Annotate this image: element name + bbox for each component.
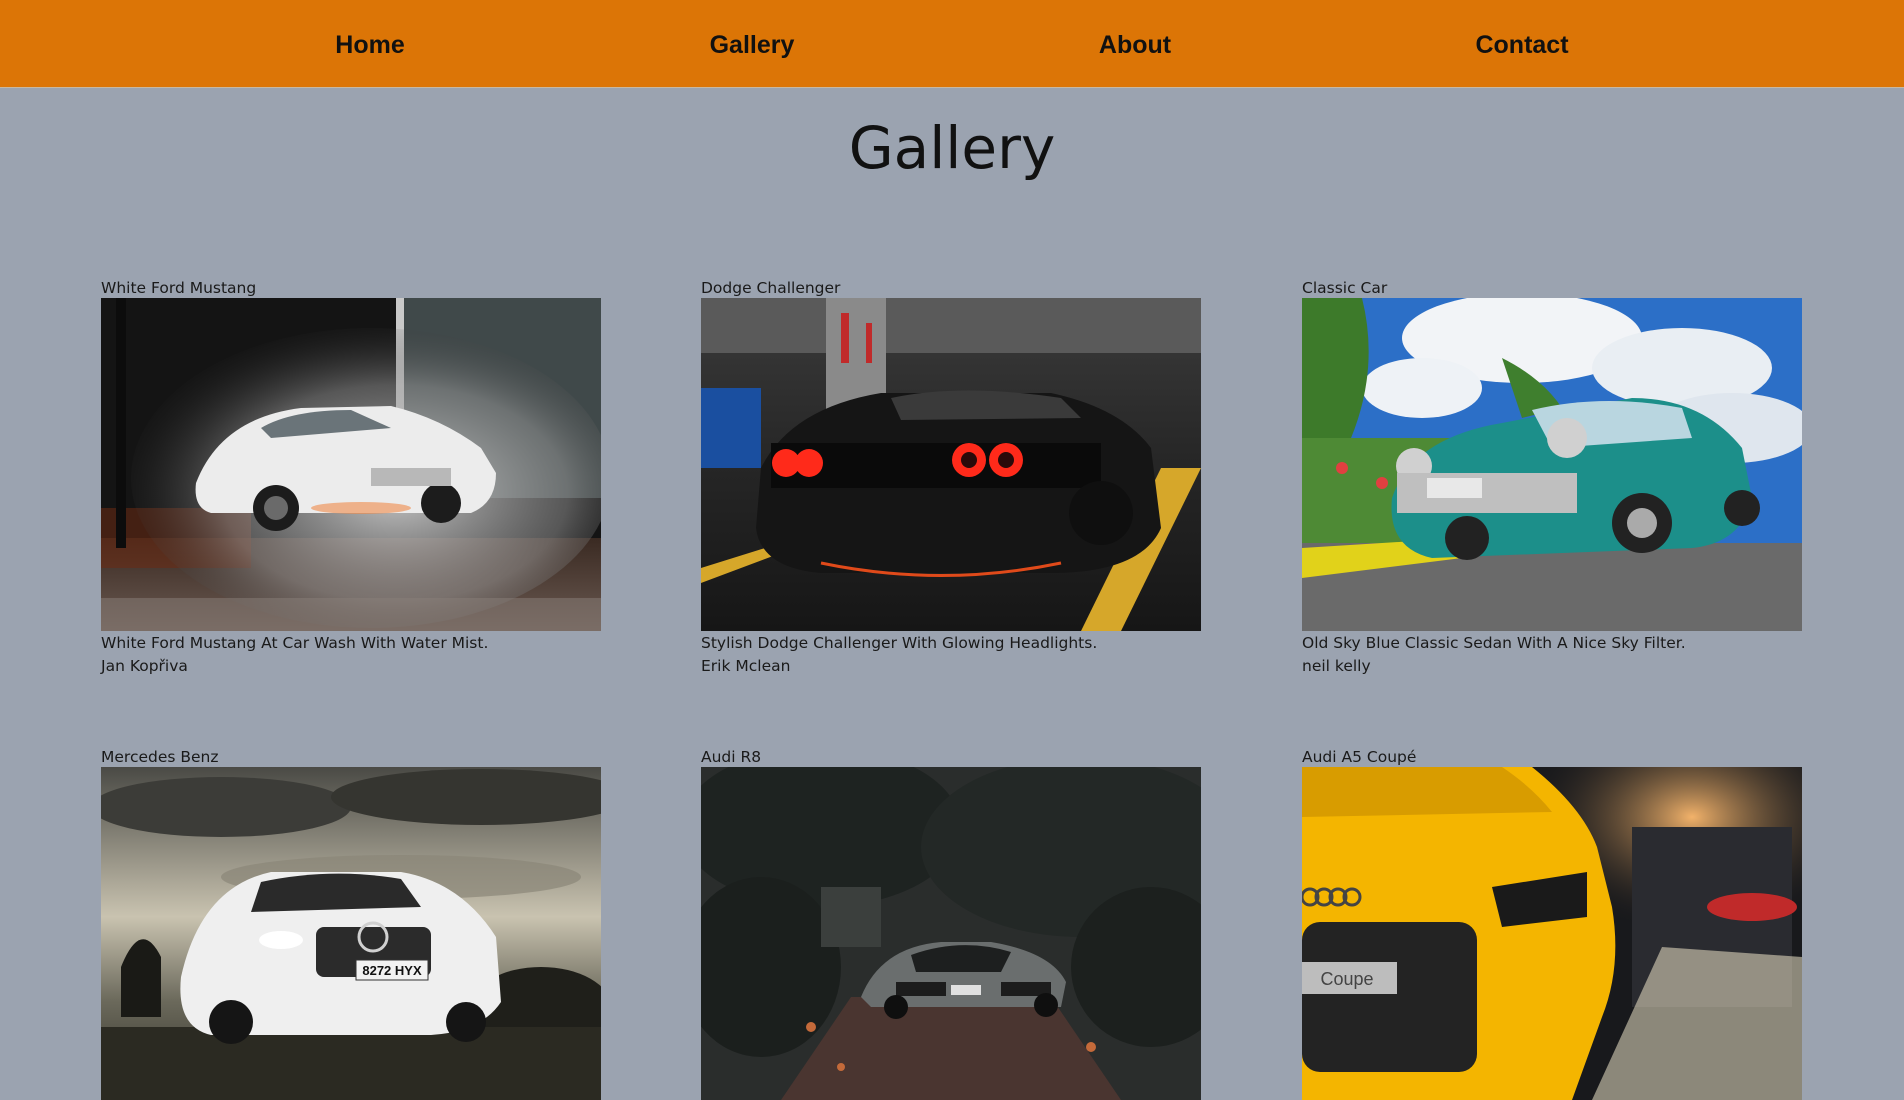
card-caption: Stylish Dodge Challenger With Glowing He… (701, 634, 1098, 652)
card-title: Classic Car (1302, 279, 1388, 297)
gallery-card-mustang: White Ford Mustang White Ford Mustang At… (101, 278, 601, 677)
card-photo-mercedes[interactable]: 8272 HYX (101, 767, 601, 1100)
audi-coupe-badge-text: Coupe (1320, 969, 1373, 989)
card-author: Jan Kopřiva (101, 657, 188, 675)
mustang-car-wash-image (101, 298, 601, 631)
card-photo-classic[interactable] (1302, 298, 1802, 631)
gallery-card-audi-a5: Audi A5 Coupé Coupe (1302, 747, 1802, 1100)
card-title: Audi A5 Coupé (1302, 748, 1417, 766)
card-photo-challenger[interactable] (701, 298, 1201, 631)
nav-gallery-link[interactable]: Gallery (710, 0, 795, 87)
card-photo-audi-r8[interactable] (701, 767, 1201, 1100)
card-title: Audi R8 (701, 748, 762, 766)
audi-r8-image (701, 767, 1201, 1100)
mercedes-benz-image: 8272 HYX (101, 767, 601, 1100)
nav-about-link[interactable]: About (1099, 0, 1171, 87)
card-photo-audi-a5[interactable]: Coupe (1302, 767, 1802, 1100)
nav-home-link[interactable]: Home (335, 0, 404, 87)
mercedes-plate-text: 8272 HYX (362, 963, 422, 978)
audi-a5-coupe-image: Coupe (1302, 767, 1802, 1100)
page-title: Gallery (848, 114, 1056, 182)
card-title: Dodge Challenger (701, 279, 841, 297)
card-title: White Ford Mustang (101, 279, 257, 297)
gallery-card-mercedes: Mercedes Benz 8272 HYX (101, 747, 601, 1100)
card-title: Mercedes Benz (101, 748, 219, 766)
card-caption: White Ford Mustang At Car Wash With Wate… (101, 634, 489, 652)
classic-car-image (1302, 298, 1802, 631)
gallery-card-classic: Classic Car Old Sky Blue Classic Sedan W… (1302, 278, 1802, 677)
card-author: Erik Mclean (701, 657, 791, 675)
top-navbar: Home Gallery About Contact (0, 0, 1904, 88)
gallery-card-challenger: Dodge Challenger Stylish Dodge Challenge… (701, 278, 1201, 677)
dodge-challenger-image (701, 298, 1201, 631)
nav-contact-link[interactable]: Contact (1475, 0, 1568, 87)
card-author: neil kelly (1302, 657, 1371, 675)
card-caption: Old Sky Blue Classic Sedan With A Nice S… (1302, 634, 1686, 652)
gallery-card-audi-r8: Audi R8 (701, 747, 1201, 1100)
card-photo-mustang[interactable] (101, 298, 601, 631)
